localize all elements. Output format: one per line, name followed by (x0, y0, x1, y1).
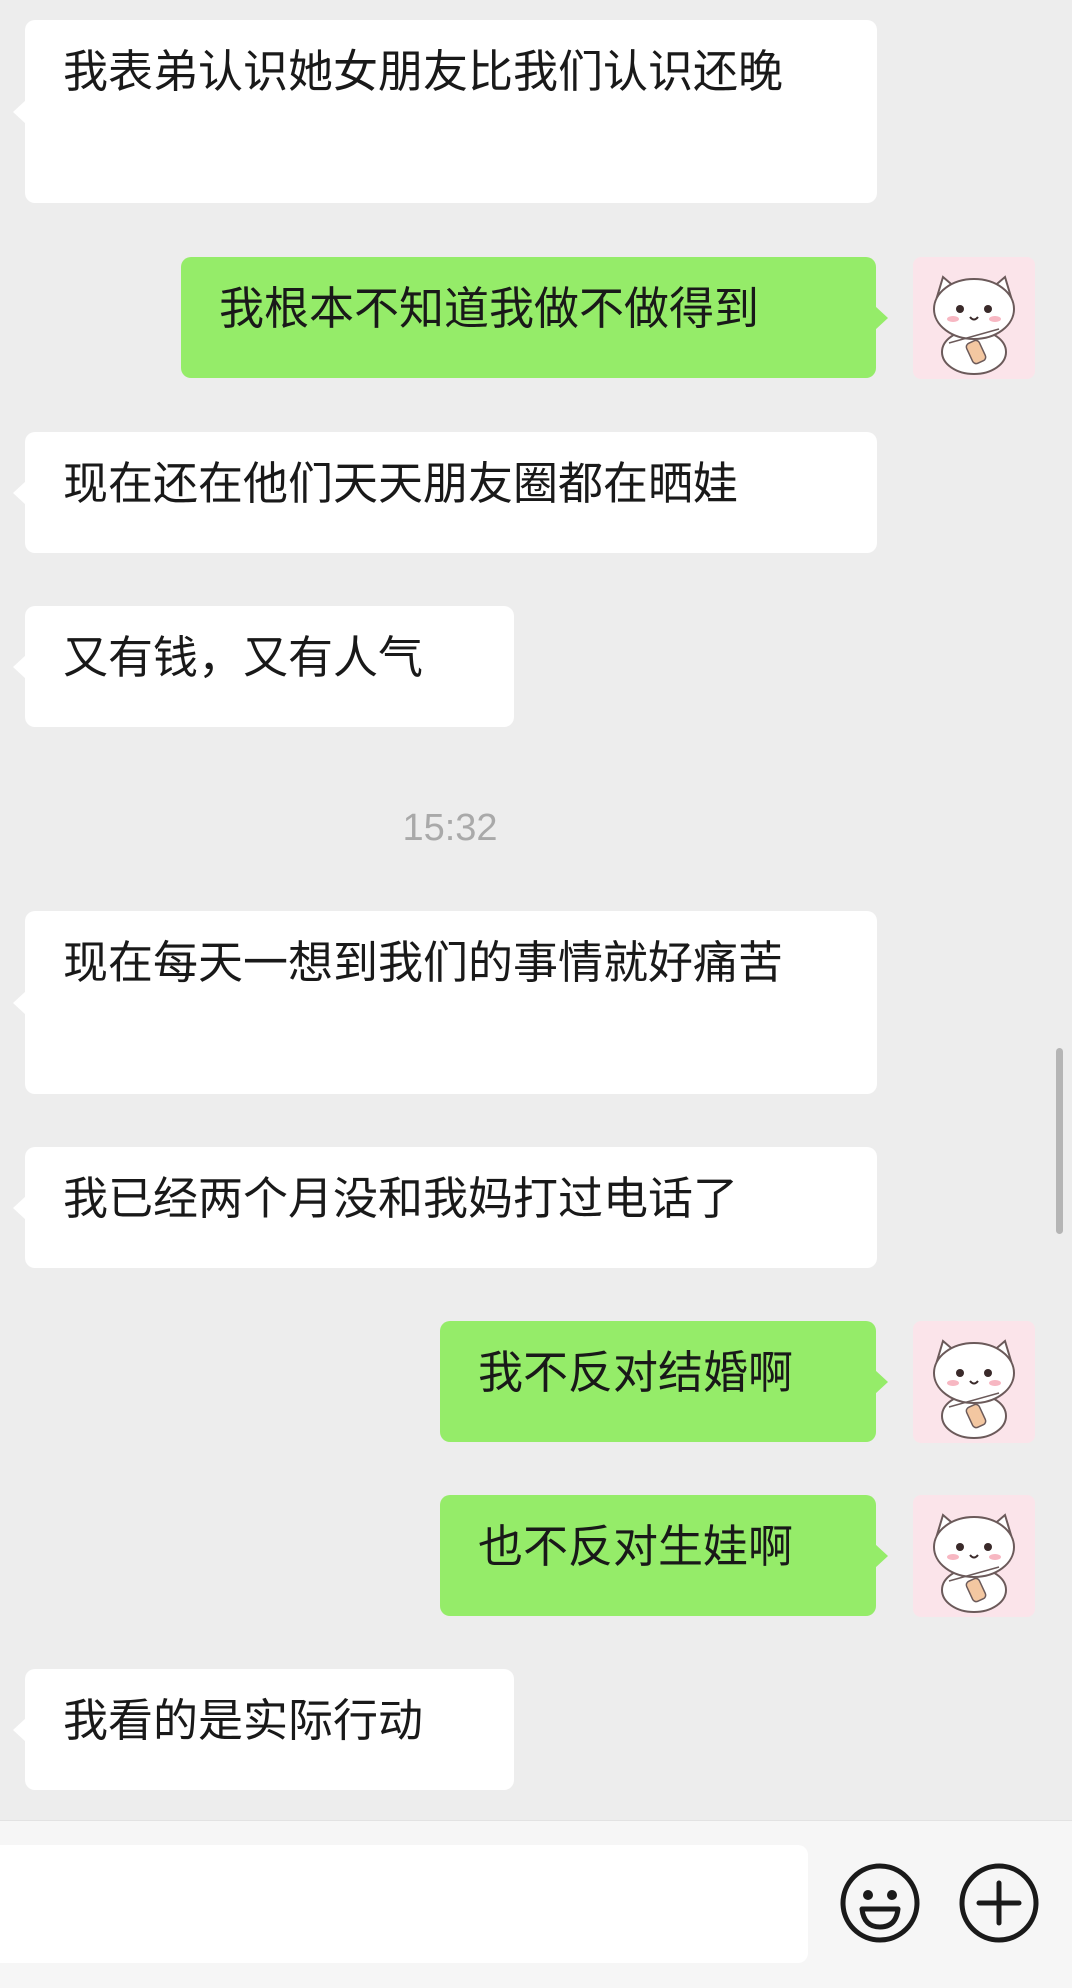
message-text: 又有钱，又有人气 (63, 631, 424, 684)
message-bubble-received[interactable]: 我已经两个月没和我妈打过电话了 (13, 1147, 877, 1268)
message-text: 也不反对生娃啊 (478, 1520, 794, 1573)
scrollbar[interactable] (1056, 1048, 1063, 1234)
message-bubble-received[interactable]: 现在每天一想到我们的事情就好痛苦 (13, 911, 877, 1094)
message-text: 我不反对结婚啊 (478, 1346, 794, 1399)
message-text: 我看的是实际行动 (63, 1694, 424, 1747)
cat-sticker-avatar-icon (933, 1513, 1015, 1613)
plus-button[interactable] (957, 1861, 1041, 1945)
message-text: 我表弟认识她女朋友比我们认识还晚 (63, 45, 784, 98)
cat-sticker-avatar-icon (933, 1339, 1015, 1439)
message-bubble-received[interactable]: 我看的是实际行动 (13, 1669, 514, 1790)
cat-sticker-avatar-icon (933, 275, 1015, 375)
chat-message-list[interactable]: 我表弟认识她女朋友比我们认识还晚 我根本不知道我做不做得到 现在还在他们天天朋友… (0, 0, 1072, 1820)
message-bubble-sent[interactable]: 也不反对生娃啊 (440, 1495, 888, 1616)
avatar[interactable] (913, 1495, 1035, 1617)
message-bubble-received[interactable]: 现在还在他们天天朋友圈都在晒娃 (13, 432, 877, 553)
message-bubble-received[interactable]: 又有钱，又有人气 (13, 606, 514, 727)
emoji-button[interactable] (838, 1861, 922, 1945)
input-bar (0, 1820, 1072, 1988)
message-text: 现在还在他们天天朋友圈都在晒娃 (63, 457, 739, 510)
avatar[interactable] (913, 257, 1035, 379)
message-input[interactable] (0, 1845, 808, 1963)
plus-circle-icon (959, 1863, 1039, 1943)
message-text: 我已经两个月没和我妈打过电话了 (63, 1172, 739, 1225)
message-bubble-sent[interactable]: 我不反对结婚啊 (440, 1321, 888, 1442)
avatar[interactable] (913, 1321, 1035, 1443)
message-text: 我根本不知道我做不做得到 (219, 282, 760, 335)
message-bubble-received[interactable]: 我表弟认识她女朋友比我们认识还晚 (13, 20, 877, 203)
emoji-icon (840, 1863, 920, 1943)
message-timestamp: 15:32 (402, 807, 498, 849)
message-text: 现在每天一想到我们的事情就好痛苦 (63, 936, 784, 989)
message-bubble-sent[interactable]: 我根本不知道我做不做得到 (181, 257, 888, 378)
